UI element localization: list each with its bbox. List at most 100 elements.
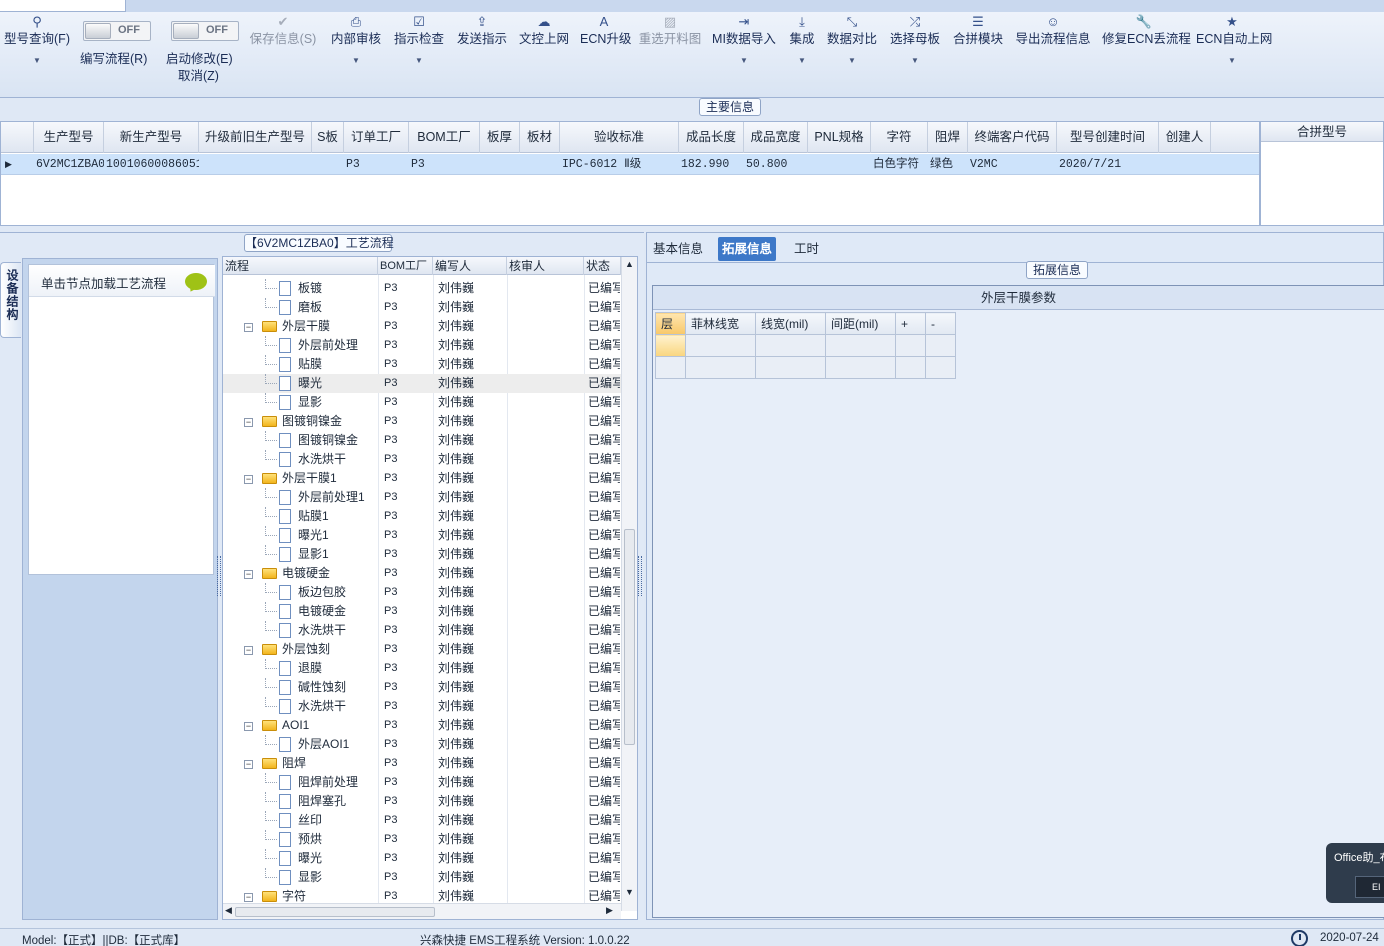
export-flow-button[interactable]: ☺ 导出流程信息 [1014,12,1092,98]
internal-review-button[interactable]: ⎙ 内部审核 ▼ [330,12,382,98]
tree-node[interactable]: 曝光1 P3 刘伟巍 已编写 [223,526,621,545]
column-header[interactable]: 板材 [520,122,560,153]
column-header[interactable]: 终端客户代码 [968,122,1057,153]
column-header[interactable]: 验收标准 [560,122,679,153]
param-cell[interactable] [925,334,956,357]
collapse-toggle-icon[interactable]: − [244,646,253,655]
column-header[interactable]: 编写人 [433,257,507,275]
column-header[interactable]: 创建人 [1159,122,1211,153]
ecn-upgrade-button[interactable]: A ECN升级 [580,12,631,98]
scroll-down-icon[interactable]: ▼ [625,887,634,897]
scroll-thumb[interactable] [624,529,635,745]
tree-node[interactable]: 阻焊塞孔 P3 刘伟巍 已编写 [223,792,621,811]
column-header[interactable]: 成品长度 [679,122,744,153]
tree-node[interactable]: 贴膜 P3 刘伟巍 已编写 [223,355,621,374]
tree-node[interactable]: 预烘 P3 刘伟巍 已编写 [223,830,621,849]
collapse-toggle-icon[interactable]: − [244,760,253,769]
tree-node[interactable]: 电镀硬金 P3 刘伟巍 已编写 [223,602,621,621]
table-row[interactable]: ▶ 6V2MC1ZBA0 10010600086051 P3 P3 IPC-60… [1,154,1259,175]
tree-node[interactable]: 板边包胶 P3 刘伟巍 已编写 [223,583,621,602]
reselect-cutting-button[interactable]: ▨ 重选开料图 [638,12,702,98]
integrate-button[interactable]: ⤓ 集成 ▼ [786,12,818,98]
param-cell[interactable] [895,356,926,379]
collapse-toggle-icon[interactable]: − [244,722,253,731]
param-cell[interactable] [825,356,896,379]
column-header[interactable]: 阻焊 [928,122,968,153]
start-modify-toggle[interactable]: OFF [171,21,239,41]
tree-node[interactable]: − AOI1 P3 刘伟巍 已编写 [223,716,621,735]
tree-node[interactable]: 显影 P3 刘伟巍 已编写 [223,393,621,412]
tree-node[interactable]: 水洗烘干 P3 刘伟巍 已编写 [223,697,621,716]
scroll-left-icon[interactable]: ◀ [225,905,232,916]
column-header[interactable]: 生产型号 [34,122,104,153]
column-header[interactable]: 升级前旧生产型号 [199,122,312,153]
tree-node[interactable]: 水洗烘干 P3 刘伟巍 已编写 [223,450,621,469]
tree-node[interactable]: 显影 P3 刘伟巍 已编写 [223,868,621,887]
fix-ecn-button[interactable]: 🔧 修复ECN丢流程 [1102,12,1191,98]
horizontal-scrollbar[interactable]: ◀ ▶ [223,903,621,919]
column-header[interactable]: 板厚 [480,122,520,153]
table-row[interactable] [655,356,956,379]
add-row-button[interactable]: + [895,312,926,335]
ecn-auto-button[interactable]: ★ ECN自动上网 ▼ [1196,12,1272,98]
write-flow-toggle[interactable]: OFF [83,21,151,41]
tree-node[interactable]: 显影1 P3 刘伟巍 已编写 [223,545,621,564]
tree-node[interactable]: 曝光 P3 刘伟巍 已编写 [223,849,621,868]
tree-node[interactable]: 阻焊前处理 P3 刘伟巍 已编写 [223,773,621,792]
tree-node[interactable]: 碱性蚀刻 P3 刘伟巍 已编写 [223,678,621,697]
scroll-up-icon[interactable]: ▲ [625,259,634,269]
tree-node[interactable]: − 外层干膜1 P3 刘伟巍 已编写 [223,469,621,488]
tree-node[interactable]: 水洗烘干 P3 刘伟巍 已编写 [223,621,621,640]
column-header[interactable]: 型号创建时间 [1057,122,1159,153]
scroll-right-icon[interactable]: ▶ [606,905,613,916]
tree-node[interactable]: 板镀 P3 刘伟巍 已编写 [223,279,621,298]
remove-row-button[interactable]: - [925,312,956,335]
column-header[interactable]: 订单工厂 [344,122,409,153]
column-header[interactable]: S板 [312,122,344,153]
select-mother-button[interactable]: ⤮ 选择母板 ▼ [889,12,941,98]
tree-node[interactable]: − 电镀硬金 P3 刘伟巍 已编写 [223,564,621,583]
param-cell[interactable] [655,356,686,379]
tree-node[interactable]: 外层AOI1 P3 刘伟巍 已编写 [223,735,621,754]
column-header[interactable]: 字符 [871,122,928,153]
collapse-toggle-icon[interactable]: − [244,475,253,484]
param-cell[interactable] [825,334,896,357]
column-header[interactable]: PNL规格 [808,122,871,153]
collapse-toggle-icon[interactable]: − [244,418,253,427]
column-header[interactable]: BOM工厂 [378,257,433,275]
column-header[interactable]: 核审人 [507,257,584,275]
instruction-check-button[interactable]: ☑ 指示检查 ▼ [393,12,445,98]
tab-extended-info[interactable]: 拓展信息 [718,237,777,261]
collapse-toggle-icon[interactable]: − [244,893,253,902]
column-header[interactable]: BOM工厂 [409,122,480,153]
query-button[interactable]: ⚲ 型号查询(F) ▼ [2,12,72,98]
tree-node[interactable]: 外层前处理 P3 刘伟巍 已编写 [223,336,621,355]
column-header[interactable]: 流程 [223,257,378,275]
param-header-layer[interactable]: 层 [655,312,686,335]
param-cell[interactable] [755,334,826,357]
tree-node[interactable]: 贴膜1 P3 刘伟巍 已编写 [223,507,621,526]
tab-basic-info[interactable]: 基本信息 [649,237,707,261]
splitter-handle[interactable] [638,556,642,596]
tree-node[interactable]: 丝印 P3 刘伟巍 已编写 [223,811,621,830]
equipment-structure-tab[interactable]: 设备结构 [0,262,21,338]
tree-node[interactable]: 曝光 P3 刘伟巍 已编写 [223,374,621,393]
tree-node[interactable]: − 外层干膜 P3 刘伟巍 已编写 [223,317,621,336]
param-cell[interactable] [685,334,756,357]
collapse-toggle-icon[interactable]: − [244,323,253,332]
param-header-line-width[interactable]: 线宽(mil) [755,312,826,335]
scroll-thumb[interactable] [235,907,435,917]
param-cell[interactable] [895,334,926,357]
param-header-spacing[interactable]: 间距(mil) [825,312,896,335]
param-cell[interactable] [655,334,686,357]
window-tab[interactable] [0,0,126,12]
tree-node[interactable]: 退膜 P3 刘伟巍 已编写 [223,659,621,678]
param-header-film-width[interactable]: 菲林线宽 [685,312,756,335]
office-assistant-popup[interactable]: Office助_布 EI [1326,843,1384,903]
column-header[interactable]: 状态 [584,257,621,275]
doc-upload-button[interactable]: ☁ 文控上网 [518,12,570,98]
data-compare-button[interactable]: ⤡ 数据对比 ▼ [826,12,878,98]
save-button[interactable]: ✔ 保存信息(S) [248,12,318,98]
tree-node[interactable]: − 外层蚀刻 P3 刘伟巍 已编写 [223,640,621,659]
param-cell[interactable] [925,356,956,379]
